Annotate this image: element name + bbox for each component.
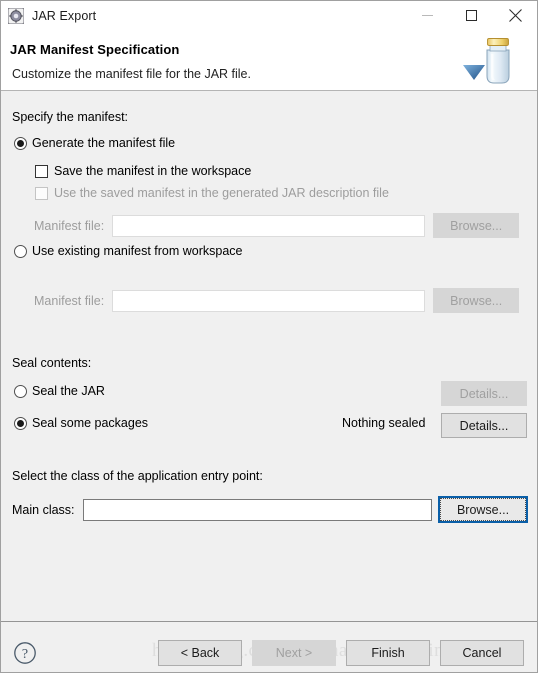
jar-export-dialog: JAR Export JAR Manifest Specification Cu… [0, 0, 538, 673]
use-existing-manifest-radio-row[interactable]: Use existing manifest from workspace [14, 244, 243, 258]
manifest-file-label-1: Manifest file: [34, 218, 105, 233]
seal-contents-label: Seal contents: [12, 356, 92, 370]
manifest-file-browse-button-2[interactable]: Browse... [433, 288, 520, 313]
seal-some-packages-radio[interactable] [14, 416, 27, 430]
wizard-header: JAR Manifest Specification Customize the… [1, 30, 537, 91]
seal-some-packages-label: Seal some packages [32, 416, 149, 430]
svg-text:?: ? [22, 647, 28, 662]
generate-manifest-radio[interactable] [14, 136, 27, 150]
save-manifest-checkbox[interactable] [35, 164, 48, 178]
jar-export-icon [7, 7, 25, 24]
save-manifest-label: Save the manifest in the workspace [54, 164, 252, 178]
seal-the-jar-radio[interactable] [14, 384, 27, 398]
seal-some-packages-radio-row[interactable]: Seal some packages [14, 416, 148, 430]
use-existing-manifest-label: Use existing manifest from workspace [32, 244, 243, 258]
back-button[interactable]: < Back [158, 640, 242, 666]
close-button[interactable] [493, 1, 537, 30]
window-controls [405, 1, 537, 30]
finish-button[interactable]: Finish [346, 640, 430, 666]
cancel-button[interactable]: Cancel [440, 640, 524, 666]
generate-manifest-label: Generate the manifest file [32, 136, 176, 150]
specify-manifest-label: Specify the manifest: [12, 110, 129, 124]
main-class-browse-button[interactable]: Browse... [438, 496, 528, 523]
maximize-button[interactable] [449, 1, 493, 30]
manifest-file-browse-button-1[interactable]: Browse... [433, 213, 520, 238]
main-class-row: Main class: [12, 499, 432, 521]
main-class-input[interactable] [82, 499, 432, 521]
help-button[interactable]: ? [13, 641, 37, 665]
help-question-icon: ? [14, 642, 36, 664]
title-bar: JAR Export [1, 1, 537, 30]
use-saved-manifest-label: Use the saved manifest in the generated … [54, 186, 389, 200]
use-saved-manifest-checkbox-row: Use the saved manifest in the generated … [35, 186, 389, 200]
jar-with-arrow-icon [459, 30, 537, 91]
main-class-browse-label: Browse... [456, 502, 510, 517]
seal-the-jar-radio-row[interactable]: Seal the JAR [14, 384, 105, 398]
main-class-label: Main class: [12, 503, 75, 517]
use-saved-manifest-checkbox [35, 186, 48, 200]
window-title: JAR Export [32, 8, 97, 23]
next-button[interactable]: Next > [252, 640, 336, 666]
page-description: Customize the manifest file for the JAR … [12, 67, 251, 81]
entry-point-label: Select the class of the application entr… [12, 469, 263, 483]
seal-the-jar-label: Seal the JAR [32, 384, 105, 398]
maximize-icon [465, 10, 477, 21]
use-existing-manifest-radio[interactable] [14, 244, 27, 258]
manifest-file-row-2: Manifest file: Browse... [34, 288, 520, 313]
manifest-file-label-2: Manifest file: [34, 293, 105, 308]
manifest-file-input-2[interactable] [112, 289, 426, 312]
manifest-file-row-1: Manifest file: Browse... [34, 213, 520, 238]
page-title: JAR Manifest Specification [10, 42, 180, 57]
footer-buttons: < Back Next > Finish Cancel [158, 640, 524, 666]
close-icon [508, 9, 522, 22]
save-manifest-checkbox-row[interactable]: Save the manifest in the workspace [35, 164, 251, 178]
seal-the-jar-details-button[interactable]: Details... [441, 381, 527, 406]
generate-manifest-radio-row[interactable]: Generate the manifest file [14, 136, 175, 150]
seal-status-text: Nothing sealed [342, 416, 426, 430]
manifest-file-input-1[interactable] [112, 214, 426, 237]
minimize-icon [421, 15, 433, 16]
dialog-body: Specify the manifest: Generate the manif… [1, 91, 537, 621]
seal-some-packages-details-button[interactable]: Details... [441, 413, 527, 438]
minimize-button[interactable] [405, 1, 449, 30]
